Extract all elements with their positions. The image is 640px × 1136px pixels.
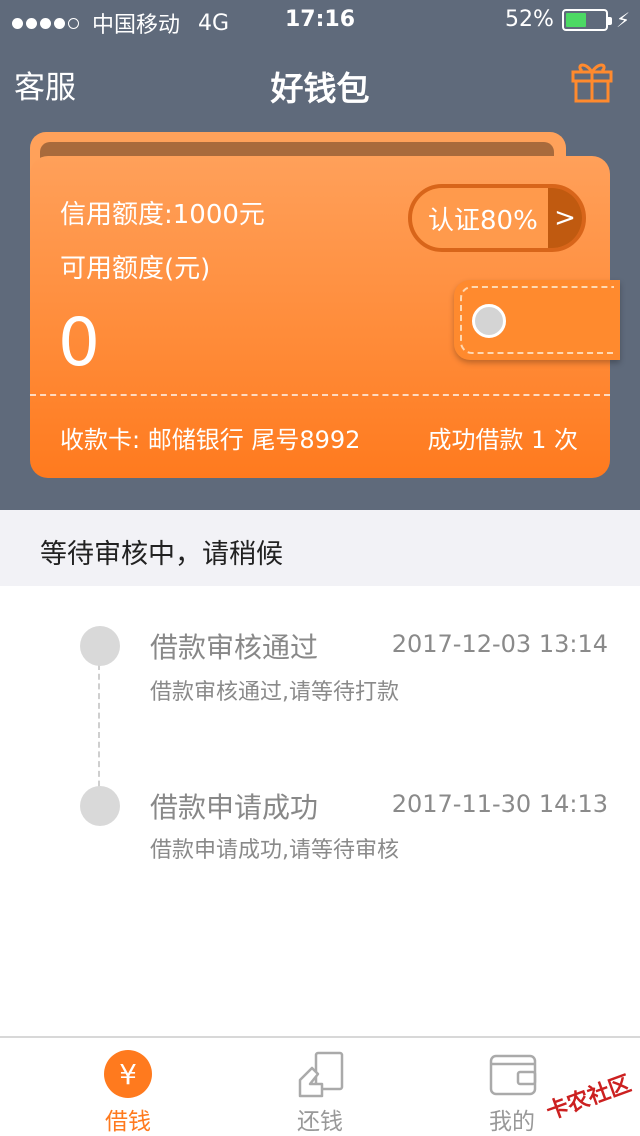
timeline-item-title: 借款审核通过 [150, 631, 319, 664]
chevron-right-icon: > [548, 188, 582, 248]
yen-icon: ¥ [104, 1050, 154, 1100]
status-right: 52% ⚡ [505, 7, 630, 32]
repay-icon [298, 1051, 344, 1098]
app-screen: 中国移动 4G 17:16 52% ⚡ 客服 好钱包 信用额度:1000元 可用… [0, 0, 640, 1136]
tab-borrow[interactable]: ¥ 借钱 [38, 1038, 218, 1136]
certification-button[interactable]: 认证80% > [408, 184, 586, 252]
wallet-clasp [454, 280, 620, 360]
timeline-item-time: 2017-11-30 14:13 [391, 790, 608, 818]
battery-fill [565, 12, 586, 27]
tab-label: 还钱 [297, 1109, 343, 1135]
page-title: 好钱包 [270, 69, 370, 108]
gift-icon[interactable] [570, 58, 614, 104]
tab-repay[interactable]: 还钱 [230, 1038, 410, 1136]
charging-icon: ⚡ [615, 7, 630, 32]
loan-success-count: 成功借款 1 次 [427, 426, 578, 454]
timeline-item-desc: 借款审核通过,请等待打款 [150, 680, 399, 705]
certification-label: 认证80% [412, 188, 548, 248]
battery-icon [561, 8, 612, 31]
timeline-item-desc: 借款申请成功,请等待审核 [150, 838, 399, 863]
header-area: 中国移动 4G 17:16 52% ⚡ 客服 好钱包 信用额度:1000元 可用… [0, 0, 640, 510]
wallet-icon [489, 1054, 537, 1096]
timeline-item-time: 2017-12-03 13:14 [391, 630, 608, 658]
status-bar: 中国移动 4G 17:16 52% ⚡ [0, 0, 640, 40]
available-limit-label: 可用额度(元) [60, 254, 211, 284]
credit-limit: 信用额度:1000元 [60, 200, 265, 230]
receiving-card-info: 收款卡: 邮储银行 尾号8992 [60, 426, 361, 454]
timeline-dot [80, 786, 120, 826]
nav-bar: 客服 好钱包 [0, 44, 640, 116]
card-divider [30, 394, 610, 396]
timeline-connector [98, 664, 100, 806]
battery-percent: 52% [505, 7, 554, 32]
tab-label: 借钱 [105, 1109, 151, 1135]
review-status-banner: 等待审核中，请稍候 [0, 510, 640, 586]
timeline-dot [80, 626, 120, 666]
review-status-text: 等待审核中，请稍候 [40, 539, 283, 570]
clasp-button-icon [472, 304, 506, 338]
tab-bar: ¥ 借钱 还钱 我的 [0, 1036, 640, 1136]
available-limit-value: 0 [58, 304, 100, 381]
timeline-item-title: 借款申请成功 [150, 791, 319, 824]
